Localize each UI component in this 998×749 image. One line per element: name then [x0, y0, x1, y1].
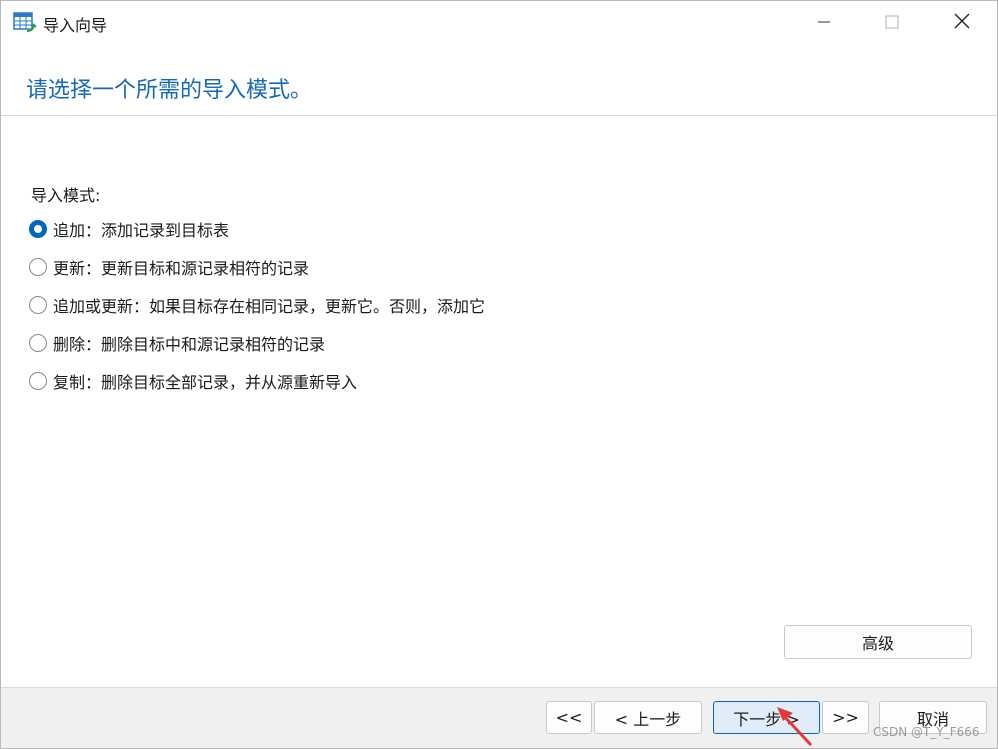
- title-bar[interactable]: 导入向导: [1, 1, 997, 45]
- radio-update[interactable]: 更新：更新目标和源记录相符的记录: [29, 255, 309, 279]
- watermark: CSDN @T_Y_F666: [873, 725, 980, 739]
- radio-label: 追加或更新：如果目标存在相同记录，更新它。否则，添加它: [53, 297, 486, 316]
- radio-button[interactable]: [29, 220, 47, 238]
- close-icon: [954, 13, 970, 33]
- import-mode-label: 导入模式:: [31, 186, 101, 205]
- radio-button[interactable]: [29, 334, 47, 352]
- advanced-button[interactable]: 高级: [784, 625, 972, 659]
- previous-step-button[interactable]: < 上一步: [594, 701, 702, 734]
- radio-label: 删除：删除目标中和源记录相符的记录: [53, 335, 326, 354]
- last-step-button[interactable]: >>: [822, 701, 869, 734]
- radio-append[interactable]: 追加：添加记录到目标表: [29, 217, 229, 241]
- table-import-icon: [13, 12, 37, 34]
- minimize-icon: [817, 14, 831, 33]
- first-step-button[interactable]: <<: [546, 701, 592, 734]
- radio-append-or-update[interactable]: 追加或更新：如果目标存在相同记录，更新它。否则，添加它: [29, 293, 485, 317]
- radio-copy[interactable]: 复制：删除目标全部记录，并从源重新导入: [29, 369, 357, 393]
- radio-label: 追加：添加记录到目标表: [53, 221, 230, 240]
- radio-button[interactable]: [29, 296, 47, 314]
- import-wizard-window: 导入向导 请选择一个所需的导入模式。 导入模式: 追加：添加记录到目标表 更新：…: [0, 0, 998, 749]
- next-step-button[interactable]: 下一步 >: [713, 701, 820, 734]
- radio-button[interactable]: [29, 372, 47, 390]
- window-title: 导入向导: [43, 16, 108, 35]
- radio-delete[interactable]: 删除：删除目标中和源记录相符的记录: [29, 331, 325, 355]
- close-button[interactable]: [927, 1, 997, 45]
- header-divider: [1, 115, 997, 116]
- radio-label: 更新：更新目标和源记录相符的记录: [53, 259, 310, 278]
- minimize-button[interactable]: [789, 1, 859, 45]
- maximize-icon: [885, 14, 899, 33]
- maximize-button[interactable]: [857, 1, 927, 45]
- radio-button[interactable]: [29, 258, 47, 276]
- radio-label: 复制：删除目标全部记录，并从源重新导入: [53, 373, 358, 392]
- page-headline: 请选择一个所需的导入模式。: [26, 78, 313, 103]
